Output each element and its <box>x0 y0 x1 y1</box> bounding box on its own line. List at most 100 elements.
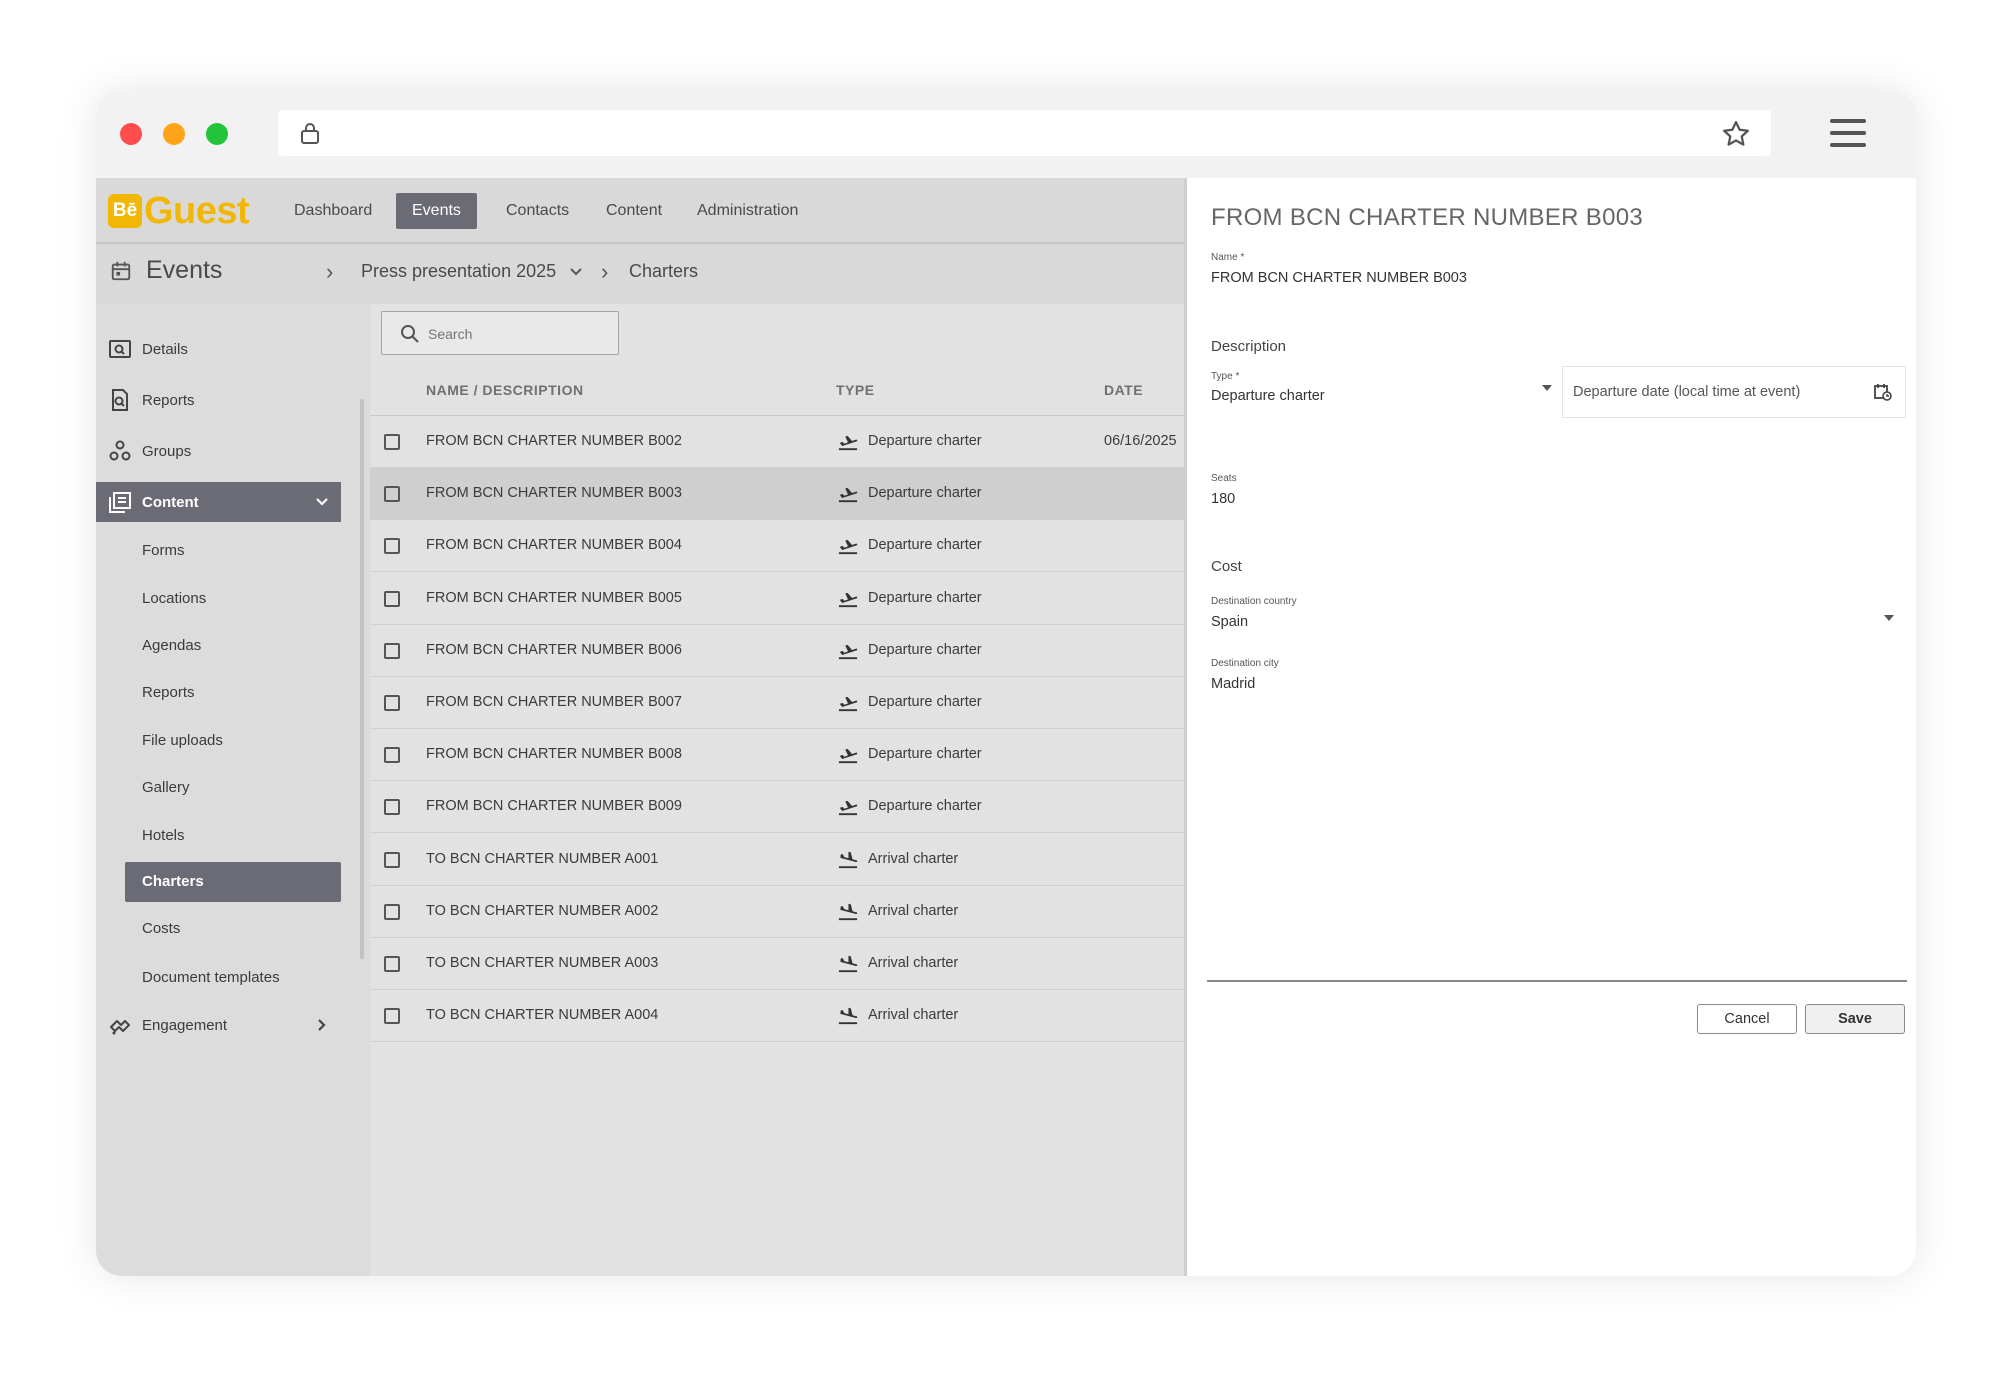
row-checkbox[interactable] <box>384 903 400 920</box>
row-type-label: Arrival charter <box>868 902 959 919</box>
nav-administration[interactable]: Administration <box>681 193 814 229</box>
row-checkbox[interactable] <box>384 1008 400 1025</box>
row-type: Departure charter <box>836 483 982 503</box>
table-row[interactable]: TO BCN CHARTER NUMBER A001 Arrival charte… <box>370 834 1184 886</box>
close-window-button[interactable] <box>120 123 142 145</box>
sidebar-item-label: Reports <box>142 391 195 409</box>
row-name: FROM BCN CHARTER NUMBER B008 <box>426 746 682 763</box>
sidebar-subitem-charters[interactable]: Charters <box>125 862 341 902</box>
row-type: Arrival charter <box>836 953 958 973</box>
row-checkbox[interactable] <box>384 956 400 972</box>
details-icon <box>109 340 131 358</box>
sidebar-subitem-gallery[interactable]: Gallery <box>142 768 190 808</box>
calendar-clock-icon[interactable] <box>1873 382 1893 402</box>
type-select[interactable]: Departure charter <box>1211 388 1325 404</box>
panel-title: FROM BCN CHARTER NUMBER B003 <box>1211 204 1644 231</box>
table-row[interactable]: TO BCN CHARTER NUMBER A002 Arrival charte… <box>370 886 1184 938</box>
row-name: TO BCN CHARTER NUMBER A003 <box>426 955 659 971</box>
reports-icon <box>112 389 128 411</box>
sidebar-item-label: Details <box>142 340 188 358</box>
table-row[interactable]: FROM BCN CHARTER NUMBER B002 Departure ch… <box>370 416 1184 468</box>
breadcrumb: Events › Press presentation 2025 › Chart… <box>96 244 1184 304</box>
row-checkbox[interactable] <box>384 486 400 503</box>
breadcrumb-charters[interactable]: Charters <box>629 261 698 282</box>
breadcrumb-event-name: Press presentation 2025 <box>361 261 557 281</box>
cost-field[interactable]: Cost <box>1211 558 1242 575</box>
save-button[interactable]: Save <box>1805 1004 1905 1034</box>
beguest-logo[interactable]: Bē Guest <box>108 190 250 232</box>
table-row[interactable]: FROM BCN CHARTER NUMBER B005 Departure ch… <box>370 573 1184 625</box>
search-input[interactable] <box>428 320 608 348</box>
table-row[interactable]: TO BCN CHARTER NUMBER A003 Arrival charte… <box>370 938 1184 990</box>
sidebar-item-engagement[interactable]: Engagement <box>96 1005 341 1045</box>
row-checkbox[interactable] <box>384 434 400 450</box>
sidebar-scrollbar[interactable] <box>360 399 364 959</box>
content-icon <box>109 492 131 513</box>
row-checkbox[interactable] <box>384 799 400 816</box>
destination-city-field[interactable]: Madrid <box>1211 676 1255 692</box>
row-name: FROM BCN CHARTER NUMBER B006 <box>426 641 682 658</box>
seats-field[interactable]: 180 <box>1211 491 1235 507</box>
table-row[interactable]: FROM BCN CHARTER NUMBER B003 Departure ch… <box>370 468 1184 521</box>
bookmark-star-icon[interactable] <box>1721 119 1751 149</box>
minimize-window-button[interactable] <box>163 123 185 145</box>
cancel-button[interactable]: Cancel <box>1697 1004 1797 1034</box>
sidebar-subitem-costs[interactable]: Costs <box>142 909 180 949</box>
sidebar-item-label: Groups <box>142 442 192 460</box>
sidebar-subitem-hotels[interactable]: Hotels <box>142 816 185 856</box>
search-icon <box>401 325 419 343</box>
nav-dashboard[interactable]: Dashboard <box>278 193 388 229</box>
sidebar-item-details[interactable]: Details <box>96 329 341 369</box>
row-checkbox[interactable] <box>384 538 400 555</box>
breadcrumb-event-selector[interactable]: Press presentation 2025 <box>361 261 583 282</box>
row-checkbox[interactable] <box>384 695 400 711</box>
type-dropdown-caret-icon[interactable] <box>1542 385 1552 391</box>
sidebar-subitem-document-templates[interactable]: Document templates <box>142 958 280 998</box>
departure-plane-icon <box>838 435 858 451</box>
description-field[interactable]: Description <box>1211 338 1286 355</box>
breadcrumb-events[interactable]: Events <box>146 256 222 285</box>
sidebar-subitem-forms[interactable]: Forms <box>142 531 185 571</box>
departure-plane-icon <box>838 696 858 712</box>
row-checkbox[interactable] <box>384 590 400 607</box>
column-type[interactable]: TYPE <box>836 382 875 398</box>
column-name-description[interactable]: NAME / DESCRIPTION <box>426 382 584 398</box>
browser-menu-icon[interactable] <box>1830 119 1866 149</box>
row-checkbox[interactable] <box>384 642 400 659</box>
search-box[interactable] <box>381 311 619 355</box>
row-checkbox[interactable] <box>384 851 400 868</box>
arrival-plane-icon <box>838 903 858 920</box>
table-row[interactable]: FROM BCN CHARTER NUMBER B004 Departure ch… <box>370 520 1184 573</box>
table-row[interactable]: FROM BCN CHARTER NUMBER B006 Departure ch… <box>370 625 1184 677</box>
country-dropdown-caret-icon[interactable] <box>1884 615 1894 621</box>
nav-contacts[interactable]: Contacts <box>490 193 585 229</box>
name-field[interactable]: FROM BCN CHARTER NUMBER B003 <box>1211 270 1467 286</box>
sidebar-subitem-reports[interactable]: Reports <box>142 673 195 713</box>
sidebar-item-content[interactable]: Content <box>96 482 341 522</box>
row-type: Arrival charter <box>836 1005 958 1025</box>
table-row[interactable]: FROM BCN CHARTER NUMBER B007 Departure ch… <box>370 677 1184 729</box>
destination-country-select[interactable]: Spain <box>1211 614 1248 630</box>
sidebar-item-reports[interactable]: Reports <box>96 380 341 420</box>
column-date[interactable]: DATE <box>1104 382 1143 398</box>
nav-events[interactable]: Events <box>396 193 477 229</box>
row-type: Departure charter <box>836 692 982 712</box>
destination-country-label: Destination country <box>1211 596 1297 607</box>
sidebar-subitem-agendas[interactable]: Agendas <box>142 626 201 666</box>
row-type: Departure charter <box>836 535 982 555</box>
address-bar[interactable] <box>278 110 1771 156</box>
departure-date-field[interactable]: Departure date (local time at event) <box>1562 366 1906 418</box>
sidebar-subitem-locations[interactable]: Locations <box>142 579 206 619</box>
row-type: Departure charter <box>836 588 982 608</box>
row-type-label: Departure charter <box>868 694 982 710</box>
row-checkbox[interactable] <box>384 747 400 764</box>
maximize-window-button[interactable] <box>206 123 228 145</box>
row-type-label: Departure charter <box>868 589 982 606</box>
table-row[interactable]: FROM BCN CHARTER NUMBER B009 Departure ch… <box>370 781 1184 834</box>
row-name: FROM BCN CHARTER NUMBER B007 <box>426 694 682 710</box>
table-row[interactable]: FROM BCN CHARTER NUMBER B008 Departure ch… <box>370 729 1184 782</box>
table-row[interactable]: TO BCN CHARTER NUMBER A004 Arrival charte… <box>370 990 1184 1043</box>
sidebar-item-groups[interactable]: Groups <box>96 431 341 471</box>
nav-content[interactable]: Content <box>590 193 678 229</box>
sidebar-subitem-file-uploads[interactable]: File uploads <box>142 721 223 761</box>
